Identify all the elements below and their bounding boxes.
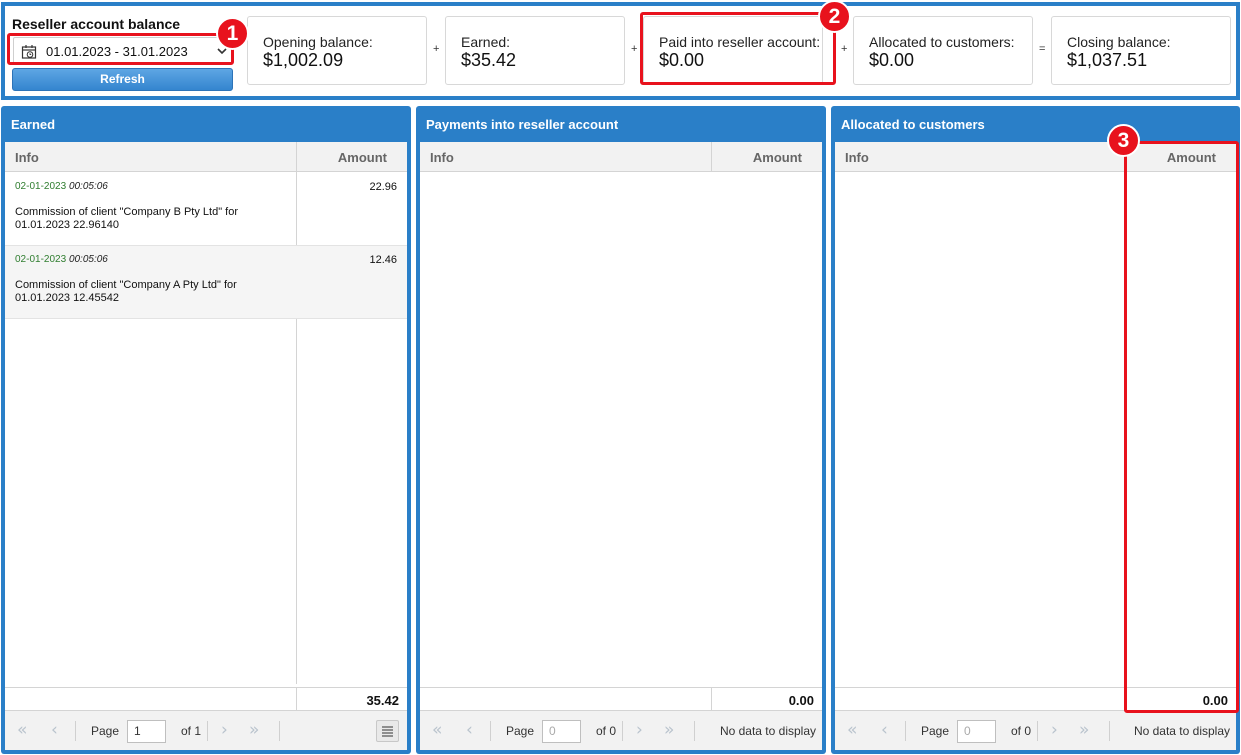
row-amount: 12.46 xyxy=(369,254,397,266)
column-header-info[interactable]: Info xyxy=(15,150,39,165)
chevron-left-icon[interactable]: ‹ xyxy=(51,720,58,740)
chevron-right-icon: › xyxy=(636,720,643,740)
column-divider xyxy=(711,688,712,712)
column-divider xyxy=(296,688,297,712)
chevron-left-icon: ‹ xyxy=(881,720,888,740)
highlight-box-3 xyxy=(1124,141,1239,713)
chevron-right-icon: › xyxy=(1051,720,1058,740)
page-number-input[interactable]: 0 xyxy=(542,720,581,743)
panel-title: Allocated to customers xyxy=(841,117,985,132)
pager-divider xyxy=(1037,721,1038,741)
refresh-button[interactable]: Refresh xyxy=(12,68,233,91)
earned-grid: Info Amount 02-01-2023 00:05:06 Commissi… xyxy=(5,142,407,750)
annotation-badge-1: 1 xyxy=(216,17,249,50)
double-chevron-right-icon: » xyxy=(1079,720,1090,740)
row-date: 02-01-2023 00:05:06 xyxy=(15,181,108,192)
page-label: Page xyxy=(91,724,120,738)
pager-divider xyxy=(1109,721,1110,741)
pager-divider xyxy=(75,721,76,741)
closing-balance-value: $1,037.51 xyxy=(1067,50,1148,70)
column-header-amount[interactable]: Amount xyxy=(338,150,387,165)
double-chevron-right-icon: » xyxy=(664,720,675,740)
table-row[interactable]: 02-01-2023 00:05:06 Commission of client… xyxy=(5,246,407,319)
double-chevron-right-icon[interactable]: » xyxy=(249,720,259,740)
annotation-badge-2: 2 xyxy=(818,0,851,33)
empty-state-text: No data to display xyxy=(1133,724,1230,738)
pager-divider xyxy=(490,721,491,741)
page-count: of 1 xyxy=(181,724,202,738)
column-header-amount[interactable]: Amount xyxy=(753,150,802,165)
grid-header: Info Amount xyxy=(420,142,822,172)
page-count: of 0 xyxy=(1011,724,1032,738)
row-amount: 22.96 xyxy=(369,181,397,193)
plus-operator: + xyxy=(631,43,638,55)
panel-title: Earned xyxy=(11,117,56,132)
highlight-box-1 xyxy=(7,33,234,65)
closing-balance-card: Closing balance: $1,037.51 xyxy=(1051,16,1231,85)
pager-divider xyxy=(694,721,695,741)
column-divider xyxy=(711,142,712,172)
plus-operator: + xyxy=(433,43,440,55)
allocated-card: Allocated to customers: $0.00 xyxy=(853,16,1033,85)
row-description: Commission of client "Company B Pty Ltd"… xyxy=(15,206,239,231)
column-header-info[interactable]: Info xyxy=(845,150,869,165)
pager-divider xyxy=(905,721,906,741)
total-amount: 0.00 xyxy=(788,693,814,708)
total-row: 35.42 xyxy=(5,687,407,712)
chevron-left-icon: ‹ xyxy=(466,720,473,740)
payments-panel: Payments into reseller account Info Amou… xyxy=(416,106,826,754)
opening-balance-label: Opening balance: xyxy=(263,34,373,50)
pager-divider xyxy=(207,721,208,741)
total-row: 0.00 xyxy=(420,687,822,712)
column-header-info[interactable]: Info xyxy=(430,150,454,165)
page-number-input[interactable]: 1 xyxy=(127,720,166,743)
pagination-bar: « ‹ Page 0 of 0 › » No data to display xyxy=(420,710,822,750)
grid-header: Info Amount xyxy=(5,142,407,172)
closing-balance-label: Closing balance: xyxy=(1067,34,1171,50)
table-row[interactable]: 02-01-2023 00:05:06 Commission of client… xyxy=(5,173,407,246)
earned-label: Earned: xyxy=(461,34,511,50)
page-count: of 0 xyxy=(596,724,617,738)
page-label: Page xyxy=(506,724,535,738)
double-chevron-left-icon[interactable]: « xyxy=(17,720,27,740)
pagination-bar: « ‹ Page 1 of 1 › » xyxy=(5,710,407,750)
menu-lines-icon[interactable] xyxy=(376,720,399,742)
earned-value: $35.42 xyxy=(461,50,517,70)
row-description: Commission of client "Company A Pty Ltd"… xyxy=(15,279,237,304)
page-label: Page xyxy=(921,724,950,738)
panel-title: Payments into reseller account xyxy=(426,117,619,132)
equals-operator: = xyxy=(1039,43,1046,55)
pager-divider xyxy=(279,721,280,741)
double-chevron-left-icon: « xyxy=(432,720,443,740)
row-date: 02-01-2023 00:05:06 xyxy=(15,254,108,265)
allocated-value: $0.00 xyxy=(869,50,915,70)
double-chevron-left-icon: « xyxy=(847,720,858,740)
allocated-label: Allocated to customers: xyxy=(869,34,1015,50)
annotation-badge-3: 3 xyxy=(1107,124,1140,157)
total-amount: 35.42 xyxy=(366,693,399,708)
page-number-input[interactable]: 0 xyxy=(957,720,996,743)
pager-divider xyxy=(622,721,623,741)
opening-balance-card: Opening balance: $1,002.09 xyxy=(247,16,427,85)
page-title: Reseller account balance xyxy=(12,16,181,32)
opening-balance-value: $1,002.09 xyxy=(263,50,344,70)
earned-panel: Earned Info Amount 02-01-2023 00:05:06 C… xyxy=(1,106,411,754)
empty-state-text: No data to display xyxy=(719,724,816,738)
pagination-bar: « ‹ Page 0 of 0 › » No data to display xyxy=(835,710,1236,750)
highlight-box-2 xyxy=(640,12,836,85)
plus-operator: + xyxy=(841,43,848,55)
earned-card: Earned: $35.42 xyxy=(445,16,625,85)
chevron-right-icon[interactable]: › xyxy=(221,720,228,740)
payments-grid: Info Amount 0.00 « ‹ Page 0 of 0 › » No … xyxy=(420,142,822,750)
